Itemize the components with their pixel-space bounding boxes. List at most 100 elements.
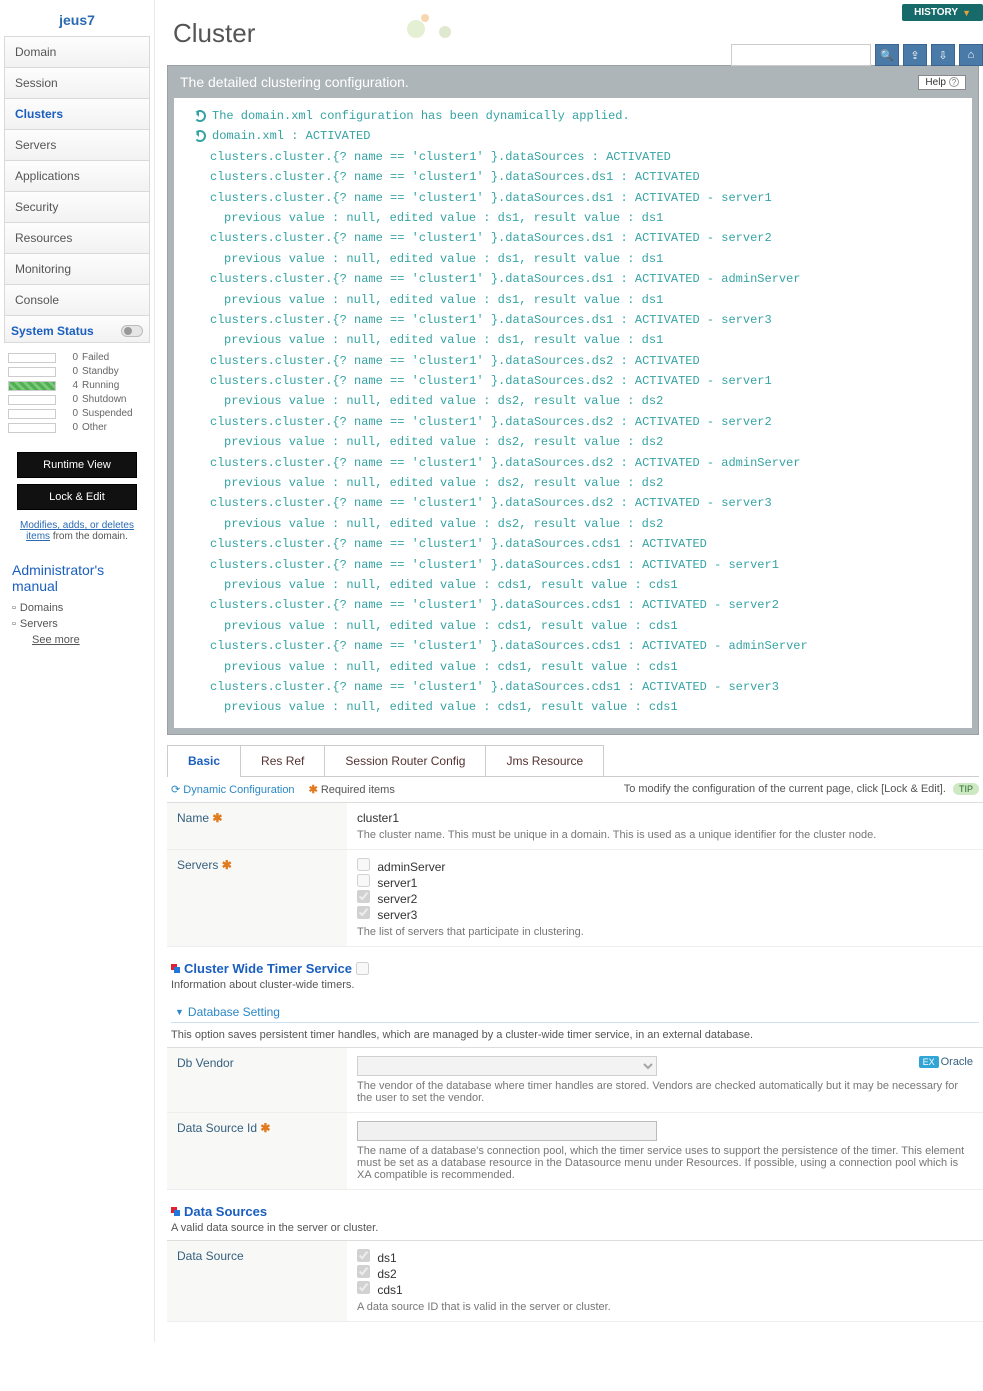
log-line: domain.xml : ACTIVATED	[194, 126, 960, 146]
database-setting-header[interactable]: ▼ Database Setting	[171, 997, 979, 1023]
log-line: previous value : null, edited value : ds…	[194, 330, 960, 350]
db-vendor-label: Db Vendor	[167, 1047, 347, 1112]
log-line: clusters.cluster.{? name == 'cluster1' }…	[194, 534, 960, 554]
nav-item-monitoring[interactable]: Monitoring	[4, 254, 150, 285]
nav-item-console[interactable]: Console	[4, 285, 150, 316]
db-form-table: Db Vendor EXOracle The vendor of the dat…	[167, 1047, 983, 1190]
status-bar-icon	[8, 367, 56, 377]
tab-res-ref[interactable]: Res Ref	[240, 745, 325, 776]
basic-form-table: Name ✱ cluster1 The cluster name. This m…	[167, 802, 983, 947]
tab-bar: BasicRes RefSession Router ConfigJms Res…	[167, 745, 979, 777]
search-input[interactable]	[731, 44, 871, 66]
home-icon[interactable]: ⌂	[959, 44, 983, 66]
log-line: clusters.cluster.{? name == 'cluster1' }…	[194, 167, 960, 187]
status-row: 0Other	[8, 422, 146, 433]
servers-label: Servers ✱	[167, 849, 347, 946]
datasource-checkbox[interactable]	[357, 1249, 370, 1262]
log-line: previous value : null, edited value : ds…	[194, 473, 960, 493]
checkbox-label: ds2	[377, 1267, 396, 1281]
timer-section-desc: Information about cluster-wide timers.	[171, 979, 979, 991]
database-setting-desc: This option saves persistent timer handl…	[171, 1029, 979, 1041]
tip-text: To modify the configuration of the curre…	[624, 783, 946, 795]
status-bar-icon	[8, 423, 56, 433]
log-line: previous value : null, edited value : ds…	[194, 249, 960, 269]
db-vendor-example: EXOracle	[919, 1056, 973, 1068]
tip-badge: TIP	[953, 783, 979, 795]
status-row: 0Shutdown	[8, 394, 146, 405]
datasource-checkbox[interactable]	[357, 1265, 370, 1278]
checkbox-label: server3	[377, 908, 417, 922]
nav-item-clusters[interactable]: Clusters	[4, 99, 150, 130]
nav-item-servers[interactable]: Servers	[4, 130, 150, 161]
log-line: clusters.cluster.{? name == 'cluster1' }…	[194, 310, 960, 330]
nav-item-domain[interactable]: Domain	[4, 36, 150, 68]
servers-desc: The list of servers that participate in …	[357, 926, 973, 938]
log-line: clusters.cluster.{? name == 'cluster1' }…	[194, 351, 960, 371]
system-status-title: System Status	[11, 324, 94, 338]
log-line: clusters.cluster.{? name == 'cluster1' }…	[194, 555, 960, 575]
log-line: previous value : null, edited value : ds…	[194, 514, 960, 534]
search-icon[interactable]: 🔍	[875, 44, 899, 66]
log-output: The domain.xml configuration has been dy…	[174, 98, 972, 728]
export-icon[interactable]: ⇪	[903, 44, 927, 66]
detail-title: The detailed clustering configuration.	[180, 74, 409, 90]
log-line: clusters.cluster.{? name == 'cluster1' }…	[194, 188, 960, 208]
runtime-view-button[interactable]: Runtime View	[17, 452, 137, 478]
tab-basic[interactable]: Basic	[167, 745, 241, 776]
server-checkbox[interactable]	[357, 874, 370, 887]
name-label: Name ✱	[167, 802, 347, 849]
log-line: The domain.xml configuration has been dy…	[194, 106, 960, 126]
nav-item-resources[interactable]: Resources	[4, 223, 150, 254]
data-source-desc: A data source ID that is valid in the se…	[357, 1301, 973, 1313]
checkbox-label: cds1	[377, 1283, 402, 1297]
nav-item-session[interactable]: Session	[4, 68, 150, 99]
data-sources-section-header: Data Sources	[171, 1190, 979, 1222]
log-line: clusters.cluster.{? name == 'cluster1' }…	[194, 636, 960, 656]
status-bar-icon	[8, 409, 56, 419]
server-checkbox[interactable]	[357, 858, 370, 871]
checkbox-label: adminServer	[377, 860, 445, 874]
name-value: cluster1	[357, 811, 973, 825]
checkbox-label: server2	[377, 892, 417, 906]
log-line: previous value : null, edited value : ds…	[194, 391, 960, 411]
status-row: 0Failed	[8, 352, 146, 363]
log-line: clusters.cluster.{? name == 'cluster1' }…	[194, 371, 960, 391]
checkbox-label: ds1	[377, 1251, 396, 1265]
admin-link[interactable]: ▫ Servers	[4, 616, 150, 632]
status-bar-icon	[8, 353, 56, 363]
log-line: clusters.cluster.{? name == 'cluster1' }…	[194, 412, 960, 432]
lock-edit-button[interactable]: Lock & Edit	[17, 484, 137, 510]
log-line: previous value : null, edited value : ds…	[194, 290, 960, 310]
ds-form-table: Data Source ds1 ds2 cds1 A data source I…	[167, 1240, 983, 1322]
timer-enable-checkbox[interactable]	[356, 962, 369, 975]
admin-link[interactable]: ▫ Domains	[4, 600, 150, 616]
log-line: previous value : null, edited value : cd…	[194, 697, 960, 717]
datasource-checkbox[interactable]	[357, 1281, 370, 1294]
section-icon	[171, 1207, 180, 1216]
data-source-id-input[interactable]	[357, 1121, 657, 1141]
db-vendor-select[interactable]	[357, 1056, 657, 1076]
log-line: clusters.cluster.{? name == 'cluster1' }…	[194, 677, 960, 697]
server-checkbox[interactable]	[357, 906, 370, 919]
tab-jms-resource[interactable]: Jms Resource	[485, 745, 604, 776]
status-bar-icon	[8, 395, 56, 405]
nav-item-applications[interactable]: Applications	[4, 161, 150, 192]
help-button[interactable]: Help ?	[918, 75, 966, 90]
import-icon[interactable]: ⇩	[931, 44, 955, 66]
see-more-link[interactable]: See more	[32, 634, 80, 646]
refresh-icon	[194, 110, 206, 122]
toggle-icon[interactable]	[121, 325, 143, 337]
refresh-icon	[194, 130, 206, 142]
log-line: clusters.cluster.{? name == 'cluster1' }…	[194, 228, 960, 248]
server-checkbox[interactable]	[357, 890, 370, 903]
nav-item-security[interactable]: Security	[4, 192, 150, 223]
log-line: clusters.cluster.{? name == 'cluster1' }…	[194, 493, 960, 513]
log-line: previous value : null, edited value : ds…	[194, 208, 960, 228]
system-status-header[interactable]: System Status	[4, 316, 150, 343]
dynamic-config-label: ⟳ Dynamic Configuration	[171, 783, 295, 796]
data-source-id-label: Data Source Id ✱	[167, 1112, 347, 1189]
required-items-label: ✱ Required items	[309, 783, 395, 796]
tab-session-router-config[interactable]: Session Router Config	[324, 745, 486, 776]
log-line: clusters.cluster.{? name == 'cluster1' }…	[194, 453, 960, 473]
log-line: previous value : null, edited value : cd…	[194, 657, 960, 677]
